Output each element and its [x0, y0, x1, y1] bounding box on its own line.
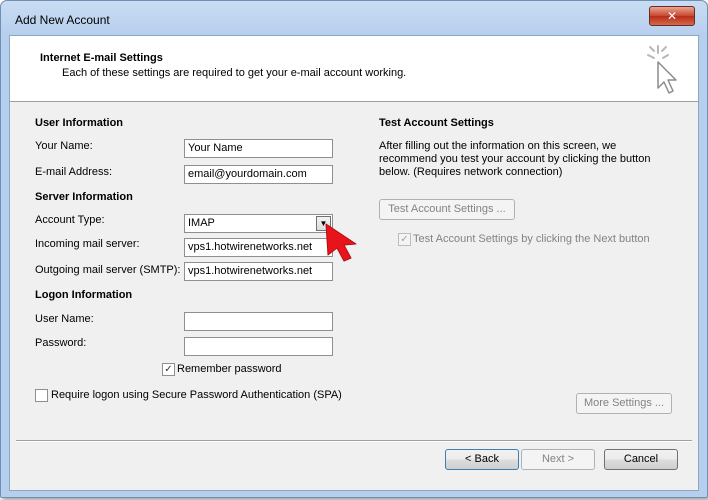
username-label: User Name:	[35, 313, 94, 325]
account-type-select[interactable]: IMAP ▼	[184, 214, 333, 233]
auto-test-label[interactable]: Test Account Settings by clicking the Ne…	[413, 233, 650, 245]
email-input[interactable]: email@yourdomain.com	[184, 165, 333, 184]
back-button[interactable]: < Back	[445, 449, 519, 470]
test-account-settings-button[interactable]: Test Account Settings ...	[379, 199, 515, 220]
account-type-value: IMAP	[188, 217, 215, 229]
spa-checkbox[interactable]	[35, 389, 48, 402]
server-info-heading: Server Information	[35, 191, 133, 203]
user-info-heading: User Information	[35, 117, 124, 129]
account-type-label: Account Type:	[35, 214, 105, 226]
test-settings-heading: Test Account Settings	[379, 117, 494, 129]
footer-separator	[16, 440, 692, 442]
outgoing-server-label: Outgoing mail server (SMTP):	[35, 264, 181, 276]
username-input[interactable]	[184, 312, 333, 331]
next-button[interactable]: Next >	[521, 449, 595, 470]
auto-test-checkbox[interactable]: ✓	[398, 233, 411, 246]
remember-password-label[interactable]: Remember password	[177, 363, 282, 375]
incoming-server-input[interactable]: vps1.hotwirenetworks.net	[184, 238, 333, 257]
your-name-input[interactable]: Your Name	[184, 139, 333, 158]
remember-password-checkbox[interactable]: ✓	[162, 363, 175, 376]
password-label: Password:	[35, 337, 87, 349]
title-bar[interactable]: Add New Account ✕	[1, 1, 707, 35]
more-settings-button[interactable]: More Settings ...	[576, 393, 672, 414]
your-name-label: Your Name:	[35, 140, 93, 152]
cursor-sparkle-icon	[647, 45, 677, 94]
spa-label[interactable]: Require logon using Secure Password Auth…	[51, 389, 342, 401]
close-icon: ✕	[666, 9, 678, 23]
email-label: E-mail Address:	[35, 166, 113, 178]
header-title: Internet E-mail Settings	[40, 52, 163, 64]
red-pointer-arrow-icon	[325, 223, 357, 262]
close-button[interactable]: ✕	[649, 6, 695, 26]
dialog-body: Internet E-mail Settings Each of these s…	[9, 35, 699, 491]
test-settings-description: After filling out the information on thi…	[379, 140, 651, 178]
incoming-server-label: Incoming mail server:	[35, 238, 140, 250]
header-panel: Internet E-mail Settings Each of these s…	[10, 36, 698, 102]
outgoing-server-input[interactable]: vps1.hotwirenetworks.net	[184, 262, 333, 281]
window-title: Add New Account	[15, 13, 110, 27]
password-input[interactable]	[184, 337, 333, 356]
logon-info-heading: Logon Information	[35, 289, 133, 301]
header-subtitle: Each of these settings are required to g…	[62, 67, 407, 79]
cancel-button[interactable]: Cancel	[604, 449, 678, 470]
